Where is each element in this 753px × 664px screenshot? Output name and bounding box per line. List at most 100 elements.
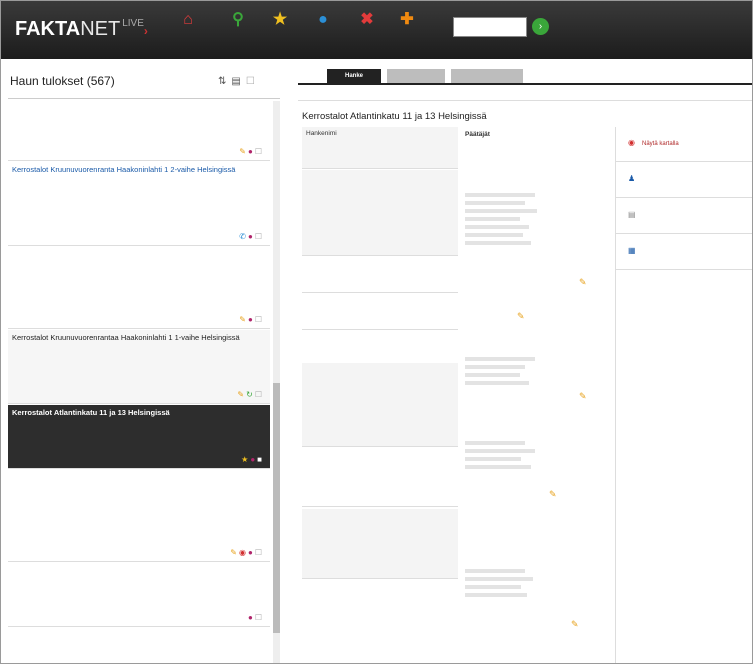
project-name-box: Hankenimi: [302, 127, 458, 169]
nav-add-button[interactable]: ✚: [392, 11, 422, 32]
note-icon[interactable]: ✎: [549, 489, 557, 500]
checkbox-icon[interactable]: ☐: [255, 613, 264, 622]
blurred-line: [465, 585, 521, 589]
nav-remove-button[interactable]: ✖: [352, 11, 382, 32]
blurred-line: [465, 365, 525, 369]
rpt-link-box: [302, 257, 458, 293]
side-actions: ◉ Näytä kartalla ♟ ▤ ▦: [615, 127, 752, 663]
chevron-right-icon: ›: [143, 24, 148, 38]
blurred-line: [465, 217, 520, 221]
note-icon[interactable]: ✎: [239, 315, 248, 324]
result-item[interactable]: ✎●☐: [8, 247, 270, 329]
scrollbar-thumb[interactable]: [273, 383, 280, 633]
blurred-line: [465, 233, 523, 237]
pin-icon: ◉: [628, 138, 635, 147]
sort-icon[interactable]: ⇅: [218, 76, 231, 87]
blurred-line: [465, 569, 525, 573]
results-list: ✎●☐ Kerrostalot Kruunuvuorenranta Haakon…: [8, 101, 270, 663]
select-all-icon[interactable]: ☐: [246, 76, 260, 87]
tasks-link[interactable]: ▦: [616, 235, 752, 270]
logo-bold: FAKTA: [15, 18, 81, 40]
result-icons: ✎↻☐: [237, 390, 264, 399]
show-on-map-label: Näytä kartalla: [642, 141, 679, 147]
tab-project[interactable]: Hanke: [327, 69, 381, 83]
parties-heading: Päätäjät: [465, 131, 490, 138]
export-icon[interactable]: ▤: [231, 76, 245, 87]
quick-search-input[interactable]: [453, 17, 527, 37]
checkbox-icon[interactable]: ☐: [255, 548, 264, 557]
blurred-line: [465, 577, 533, 581]
note-icon[interactable]: ✎: [571, 619, 579, 630]
result-item[interactable]: ✎◉●☐: [8, 470, 270, 562]
star-icon[interactable]: ★: [241, 455, 250, 464]
top-bar: FAKTANET LIVE› ⌂ ⚲ ★ ● ✖ ✚ ›: [1, 1, 752, 59]
info-icon[interactable]: ●: [248, 548, 255, 557]
contact-person-link[interactable]: ♟: [616, 163, 752, 198]
document-icon: ▤: [628, 210, 636, 219]
nav-search-button[interactable]: ⚲: [223, 11, 253, 32]
home-icon: ⌂: [183, 11, 193, 28]
address-box: [302, 170, 458, 256]
blurred-line: [465, 209, 537, 213]
nav-favorites-button[interactable]: ★: [265, 11, 295, 32]
info-icon[interactable]: ●: [248, 147, 255, 156]
tab-tertiary[interactable]: [451, 69, 523, 83]
checkbox-icon[interactable]: ☐: [255, 147, 264, 156]
result-item[interactable]: ●☐: [8, 563, 270, 627]
result-title[interactable]: Kerrostalot Kruunuvuorenranta Haakoninla…: [12, 165, 266, 175]
results-panel: Haun tulokset (567) ⇅▤☐ ✎●☐ Kerrostalot …: [8, 71, 280, 663]
pin-icon[interactable]: ◉: [239, 548, 248, 557]
info-icon[interactable]: ●: [248, 613, 255, 622]
note-icon[interactable]: ✎: [237, 390, 246, 399]
faktanet-logo[interactable]: FAKTANET LIVE›: [15, 18, 148, 41]
logo-live: LIVE: [122, 18, 144, 29]
person-icon: ♟: [628, 174, 636, 183]
result-item[interactable]: [8, 628, 270, 663]
result-title[interactable]: Kerrostalot Atlantinkatu 11 ja 13 Helsin…: [12, 408, 266, 418]
blurred-line: [465, 201, 525, 205]
result-item[interactable]: Kerrostalot Kruunuvuorenrantaa Haakoninl…: [8, 330, 270, 404]
specs-box: [302, 363, 458, 447]
result-item-selected[interactable]: Kerrostalot Atlantinkatu 11 ja 13 Helsin…: [8, 405, 270, 469]
note-icon[interactable]: ✎: [239, 147, 248, 156]
checkbox-icon[interactable]: ☐: [255, 315, 264, 324]
results-scrollbar[interactable]: [273, 101, 280, 663]
result-item[interactable]: ✎●☐: [8, 101, 270, 161]
blurred-line: [465, 373, 520, 377]
detail-subnav: [298, 87, 752, 101]
note-icon[interactable]: ✎: [230, 548, 239, 557]
search-icon: ⚲: [232, 11, 244, 28]
own-notes-link[interactable]: ▤: [616, 199, 752, 234]
results-tools: ⇅▤☐: [218, 76, 260, 87]
refresh-icon[interactable]: ↻: [246, 390, 255, 399]
note-icon[interactable]: ✎: [579, 277, 587, 288]
dates-box: [302, 294, 458, 330]
checkbox-icon[interactable]: ■: [257, 455, 264, 464]
info-icon[interactable]: ●: [248, 232, 255, 241]
print-icon: ●: [318, 11, 328, 28]
show-on-map-link[interactable]: ◉ Näytä kartalla: [616, 127, 752, 162]
blurred-line: [465, 465, 531, 469]
logo-light: NET: [80, 18, 121, 40]
blurred-line: [465, 241, 531, 245]
tab-secondary[interactable]: [387, 69, 445, 83]
result-icons: ✎●☐: [239, 147, 264, 156]
checkbox-icon[interactable]: ☐: [255, 232, 264, 241]
result-title[interactable]: Kerrostalot Kruunuvuorenrantaa Haakoninl…: [12, 333, 266, 343]
search-go-button[interactable]: ›: [532, 18, 549, 35]
tab-underline: [298, 83, 752, 85]
note-icon[interactable]: ✎: [517, 311, 525, 322]
note-icon[interactable]: ✎: [579, 391, 587, 402]
calendar-icon: ▦: [628, 246, 636, 255]
info-icon[interactable]: ●: [248, 315, 255, 324]
blurred-line: [465, 381, 529, 385]
nav-print-button[interactable]: ●: [308, 11, 338, 32]
checkbox-icon[interactable]: ☐: [255, 390, 264, 399]
phone-icon[interactable]: ✆: [239, 232, 248, 241]
nav-home-button[interactable]: ⌂: [173, 11, 203, 32]
result-item[interactable]: Kerrostalot Kruunuvuorenranta Haakoninla…: [8, 162, 270, 246]
project-info-column: Hankenimi: [302, 127, 458, 663]
blurred-line: [465, 449, 535, 453]
results-header: Haun tulokset (567) ⇅▤☐: [8, 71, 280, 99]
plus-icon: ✚: [400, 11, 414, 28]
